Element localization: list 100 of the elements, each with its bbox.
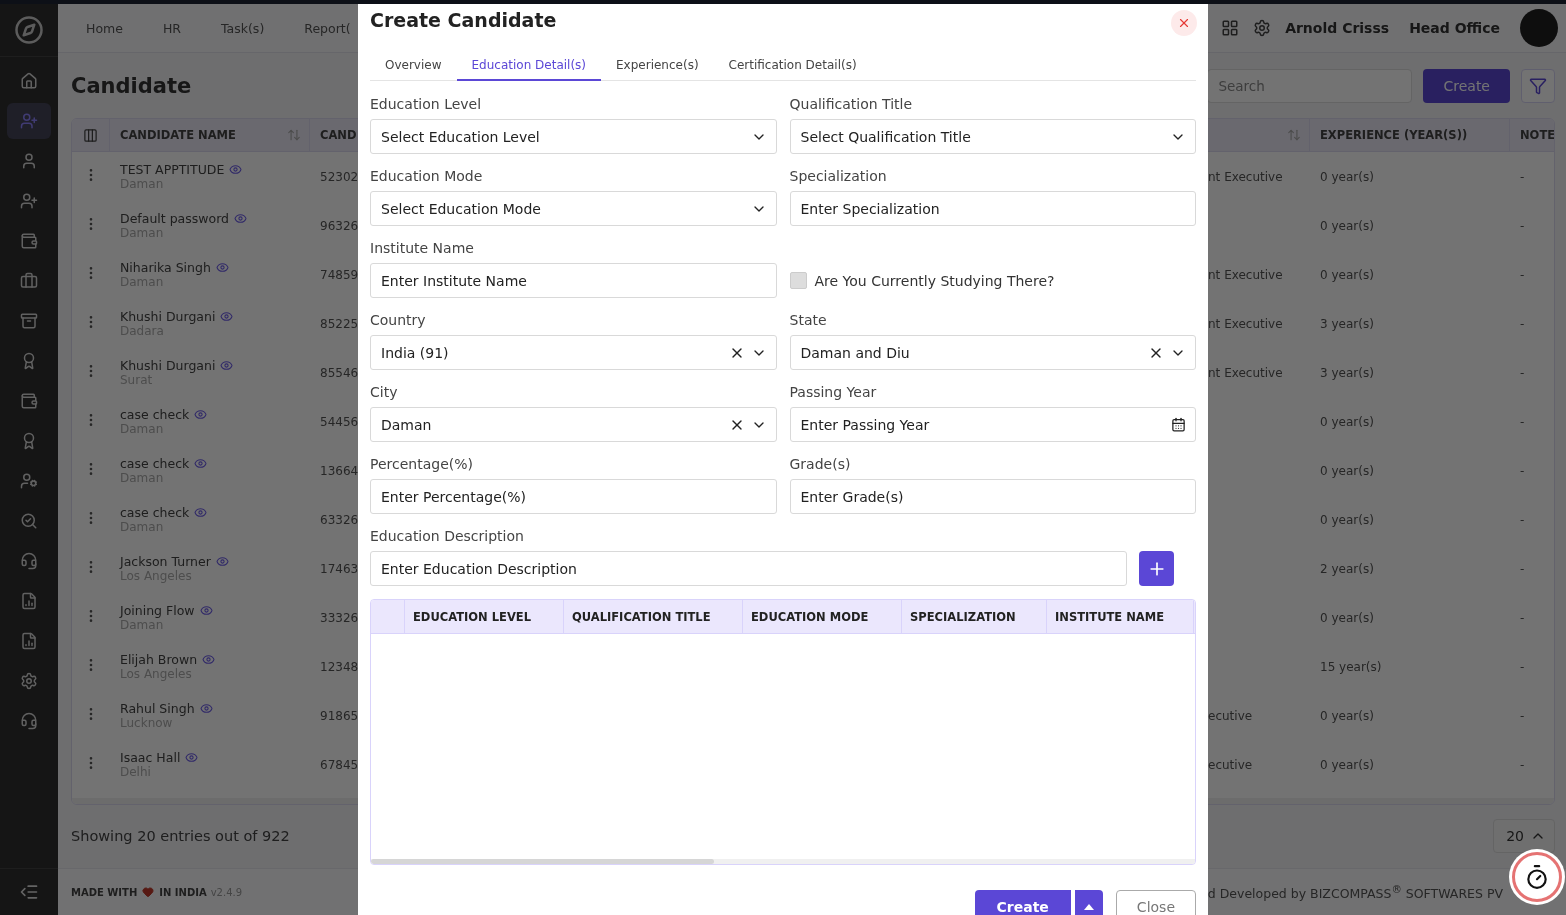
column-header[interactable]: CANDIDATE NAME	[120, 128, 236, 143]
eye-icon[interactable]	[194, 408, 208, 422]
select-field[interactable]: Select Qualification Title	[789, 119, 1196, 154]
tab[interactable]: Certification Detail(s)	[713, 58, 872, 81]
nav-link[interactable]: Report(	[304, 20, 351, 36]
table-cell: 74859	[320, 267, 359, 282]
column-header: SPECIALIZATION	[902, 600, 1047, 633]
candidate-name[interactable]: Elijah Brown	[120, 652, 198, 668]
avatar[interactable]	[1520, 9, 1558, 47]
input-field[interactable]: Enter Education Description	[370, 551, 1127, 586]
create-button[interactable]: Create	[974, 890, 1071, 915]
column-header: EDUCATION MODE	[743, 600, 902, 633]
caret-up-icon	[1083, 904, 1094, 910]
table-cell-text: 0 year(s)	[1319, 757, 1375, 772]
table-cell-text: 0 year(s)	[1319, 708, 1375, 723]
sidebar-icon	[20, 592, 38, 610]
candidate-name[interactable]: Jackson Turner	[120, 554, 211, 570]
timer-button[interactable]	[1512, 852, 1562, 902]
table-cell: 63326	[320, 512, 359, 527]
column-header: CAND	[320, 128, 357, 143]
add-button[interactable]	[1139, 551, 1174, 586]
table-cell-text: -	[1519, 708, 1526, 723]
input-field[interactable]: Enter Specialization	[789, 191, 1196, 226]
tab[interactable]: Overview	[370, 58, 457, 81]
select-field[interactable]: Daman and Diu	[789, 335, 1196, 370]
close-button[interactable]	[1171, 10, 1197, 36]
settings-icon[interactable]	[1253, 19, 1272, 37]
page-size-select[interactable]: 20	[1493, 819, 1555, 854]
sidebar-item[interactable]	[7, 103, 51, 139]
table-cell: 54456	[320, 414, 359, 429]
candidate-name[interactable]: case check	[120, 407, 190, 423]
eye-icon[interactable]	[234, 212, 247, 226]
scrollbar-thumb[interactable]	[371, 859, 714, 864]
eye-icon[interactable]	[194, 506, 208, 520]
tab[interactable]: Experience(s)	[601, 58, 714, 81]
field-label: Education Mode	[370, 167, 484, 186]
candidate-name[interactable]: Isaac Hall	[120, 750, 181, 766]
eye-icon[interactable]	[202, 653, 216, 667]
candidate-name[interactable]: case check	[120, 505, 190, 521]
candidate-name[interactable]: Default password	[120, 211, 229, 227]
checkbox[interactable]	[789, 272, 807, 289]
table-cell-text: -	[1519, 316, 1526, 331]
create-button[interactable]: Create	[1423, 68, 1510, 103]
columns-icon[interactable]	[83, 127, 98, 143]
table-cell-text: -	[1519, 561, 1526, 576]
input-field[interactable]: Enter Institute Name	[370, 263, 777, 298]
eye-icon[interactable]	[185, 751, 199, 765]
column-header: INSTITUTE NAME	[1047, 600, 1194, 633]
eye-icon[interactable]	[215, 261, 229, 275]
field-label: Education Description	[370, 527, 525, 546]
table-cell-text: -	[1519, 512, 1526, 527]
input-field[interactable]: Enter Percentage(%)	[370, 479, 777, 514]
select-field[interactable]: Select Education Level	[370, 119, 777, 154]
table-cell-text: 0 year(s)	[1319, 414, 1375, 429]
date-field[interactable]: Enter Passing Year	[789, 407, 1196, 442]
table-cell: 96326	[320, 218, 359, 233]
candidate-name[interactable]: Joining Flow	[120, 603, 195, 619]
eye-icon[interactable]	[199, 702, 213, 716]
eye-icon[interactable]	[194, 457, 208, 471]
collapse-menu-icon[interactable]	[19, 882, 39, 902]
candidate-name[interactable]: TEST APPTITUDE	[120, 162, 225, 178]
nav-link[interactable]: Task(s)	[221, 20, 265, 36]
select-field[interactable]: Daman	[370, 407, 777, 442]
select-field[interactable]: India (91)	[370, 335, 777, 370]
sidebar-icon	[20, 272, 38, 290]
table-cell: 12348	[320, 659, 359, 674]
eye-icon[interactable]	[220, 310, 234, 324]
table-cell-text: -	[1519, 169, 1526, 184]
dialog-title: Create Candidate	[370, 9, 557, 31]
user-name[interactable]: Arnold Crisss	[1285, 20, 1390, 36]
select-field[interactable]: Select Education Mode	[370, 191, 777, 226]
nav-link[interactable]: Home	[86, 20, 123, 36]
candidate-name[interactable]: Khushi Durgani	[120, 309, 216, 325]
apps-grid-icon[interactable]	[1221, 19, 1240, 37]
dropdown-toggle[interactable]	[1074, 890, 1103, 915]
input-field[interactable]: Enter Grade(s)	[789, 479, 1196, 514]
table-cell: nt Executive	[1208, 365, 1283, 380]
candidate-name[interactable]: Niharika Singh	[120, 260, 211, 276]
tab[interactable]: Education Detail(s)	[456, 58, 602, 81]
calendar-icon[interactable]	[1171, 417, 1186, 432]
eye-icon[interactable]	[229, 163, 243, 177]
filter-button[interactable]	[1521, 68, 1555, 103]
branch-name[interactable]: Head Office	[1409, 20, 1500, 36]
table-cell: nt Executive	[1208, 169, 1283, 184]
eye-icon[interactable]	[220, 359, 234, 373]
table-cell-text: -	[1519, 267, 1526, 282]
table-cell: ecutive	[1208, 708, 1253, 723]
close-button[interactable]: Close	[1115, 890, 1196, 915]
candidate-name[interactable]: Rahul Singh	[120, 701, 195, 717]
candidate-name[interactable]: case check	[120, 456, 190, 472]
sidebar-icon	[20, 72, 38, 90]
candidate-name[interactable]: Khushi Durgani	[120, 358, 216, 374]
eye-icon[interactable]	[215, 555, 229, 569]
table-cell-text: -	[1519, 610, 1526, 625]
eye-icon[interactable]	[199, 604, 213, 618]
nav-link[interactable]: HR	[162, 20, 181, 36]
sidebar-icon	[20, 672, 38, 690]
compass-logo-icon[interactable]	[14, 15, 44, 45]
table-cell-text: 0 year(s)	[1319, 169, 1375, 184]
field-label: Qualification Title	[789, 95, 914, 114]
